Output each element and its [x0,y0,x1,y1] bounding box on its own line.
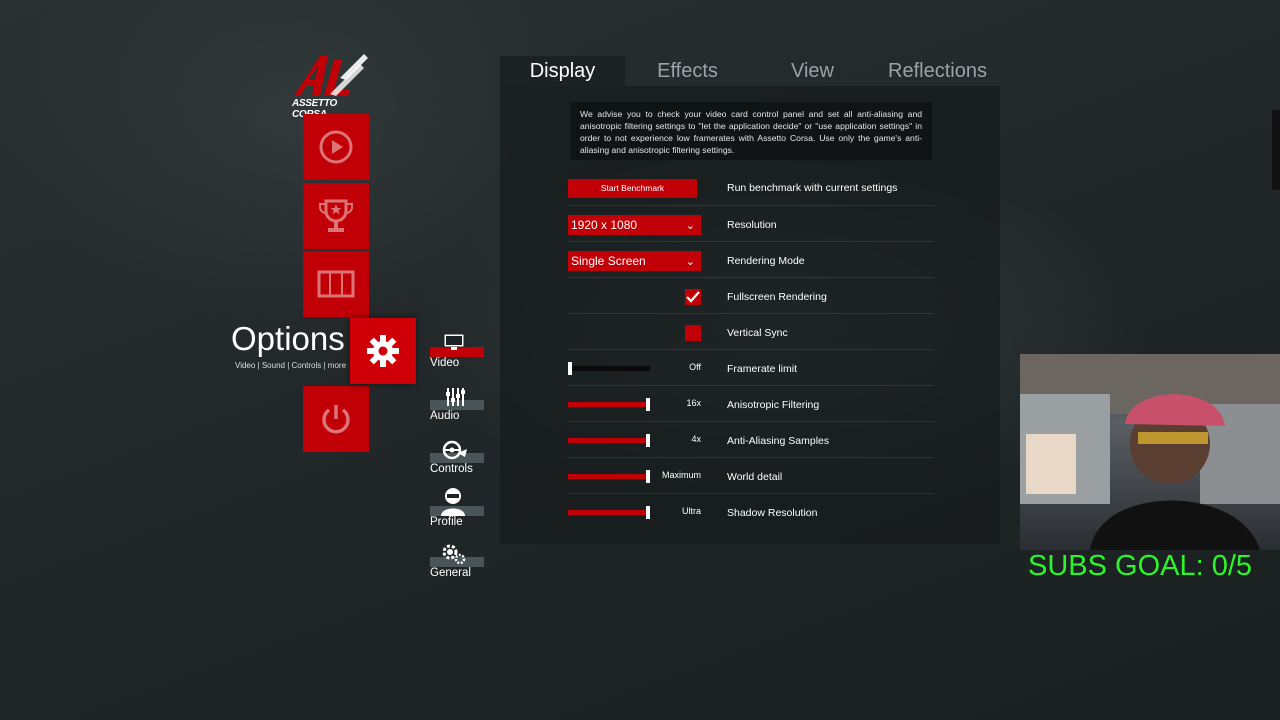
shadow-resolution-row: Ultra Shadow Resolution [568,494,934,530]
antialiasing-slider[interactable] [568,434,650,447]
submenu-video[interactable]: Video [430,333,486,373]
benchmark-row: Start Benchmark Run benchmark with curre… [568,170,934,206]
antialiasing-value: 4x [691,434,701,444]
monitor-icon [443,333,465,350]
antialiasing-row: 4x Anti-Aliasing Samples [568,422,934,458]
framerate-limit-slider[interactable] [568,362,650,375]
submenu-audio[interactable]: Audio [430,386,486,426]
shadow-resolution-label: Shadow Resolution [727,507,818,519]
fullscreen-row: Fullscreen Rendering [568,278,934,314]
tab-view[interactable]: View [750,56,875,86]
benchmark-label: Run benchmark with current settings [727,182,898,194]
submenu-profile-label: Profile [430,516,463,528]
shadow-resolution-slider[interactable] [568,506,650,519]
framerate-limit-row: Off Framerate limit [568,350,934,386]
rendering-mode-label: Rendering Mode [727,255,805,267]
rendering-mode-value: Single Screen [571,254,646,268]
resolution-label: Resolution [727,219,777,231]
vsync-label: Vertical Sync [727,327,788,339]
rendering-mode-row: Single Screen ⌄ Rendering Mode [568,242,934,278]
vsync-row: Vertical Sync [568,314,934,350]
advice-text: We advise you to check your video card c… [570,102,932,160]
vsync-checkbox[interactable] [685,325,701,341]
anisotropic-label: Anisotropic Filtering [727,399,820,411]
world-detail-value: Maximum [661,470,701,480]
resolution-select[interactable]: 1920 x 1080 ⌄ [568,215,701,235]
replays-tile[interactable] [303,251,369,317]
anisotropic-row: 16x Anisotropic Filtering [568,386,934,422]
webcam-overlay [1020,354,1280,550]
subs-goal-text: SUBS GOAL: 0/5 [1028,550,1253,582]
submenu-video-label: Video [430,357,460,369]
film-strip-icon [317,270,355,298]
submenu-profile[interactable]: Profile [430,486,486,528]
submenu-controls-label: Controls [430,463,473,475]
world-detail-label: World detail [727,471,783,483]
slider-knob[interactable] [568,362,572,375]
chevron-down-icon: ⌄ [685,256,695,268]
submenu-general[interactable]: General [430,543,486,583]
resolution-row: 1920 x 1080 ⌄ Resolution [568,206,934,242]
submenu-general-label: General [430,567,471,579]
drive-menu-tile[interactable] [303,114,369,180]
driver-helmet-icon [441,488,465,516]
world-detail-row: Maximum World detail [568,458,934,494]
framerate-limit-label: Framerate limit [727,363,798,375]
mixer-icon [446,388,465,406]
framerate-limit-value: Off [689,362,701,372]
trophy-icon [319,199,353,232]
tab-reflections[interactable]: Reflections [875,56,1000,86]
gear-icon [367,335,399,367]
shadow-resolution-value: Ultra [681,506,701,516]
options-subtitle: Video | Sound | Controls | more [235,361,347,370]
submenu-controls[interactable]: Controls [430,439,486,479]
quit-tile[interactable] [303,386,369,452]
fullscreen-checkbox[interactable] [685,289,701,305]
world-detail-slider[interactable] [568,470,650,483]
gears-icon [442,544,466,565]
steering-wheel-icon [442,440,467,460]
checkmark-icon [686,291,700,303]
options-title: Options [231,320,345,357]
assetto-corsa-logo: ASSETTO CORSA [290,50,370,120]
scrollbar[interactable] [1272,110,1280,190]
tab-display[interactable]: Display [500,56,625,86]
steering-wheel-icon [319,130,353,164]
antialiasing-label: Anti-Aliasing Samples [727,435,830,447]
rendering-mode-select[interactable]: Single Screen ⌄ [568,251,701,271]
settings-tabs: Display Effects View Reflections [500,56,1000,86]
special-events-tile[interactable] [303,183,369,249]
submenu-audio-label: Audio [430,410,460,422]
tab-effects[interactable]: Effects [625,56,750,86]
chevron-down-icon: ⌄ [685,220,695,232]
anisotropic-slider[interactable] [568,398,650,411]
power-icon [322,405,350,434]
start-benchmark-button[interactable]: Start Benchmark [568,179,697,198]
resolution-value: 1920 x 1080 [571,218,638,232]
fullscreen-label: Fullscreen Rendering [727,291,827,303]
options-tile[interactable] [350,318,416,384]
anisotropic-value: 16x [686,398,701,408]
